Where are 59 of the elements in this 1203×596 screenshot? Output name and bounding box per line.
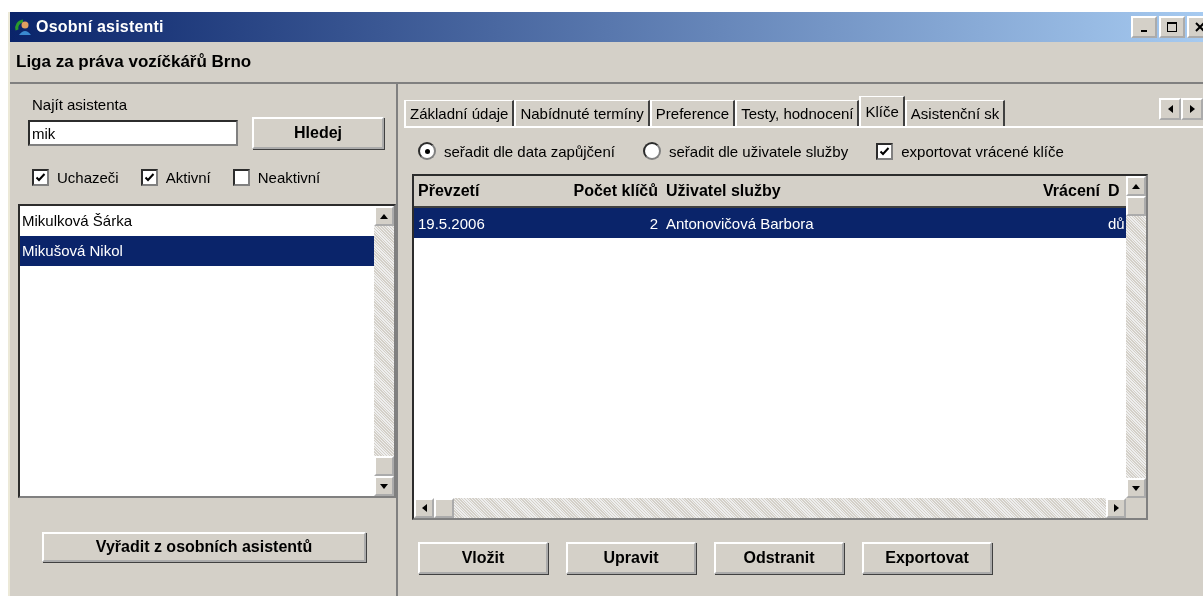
remove-assistant-button[interactable]: Vyřadit z osobních asistentů	[42, 532, 366, 562]
table-horizontal-scrollbar[interactable]	[414, 498, 1146, 518]
export-checkbox[interactable]: exportovat vrácené klíče	[876, 142, 1064, 160]
search-label: Najít asistenta	[32, 96, 129, 113]
up-arrow-icon	[380, 213, 388, 219]
table-vertical-scrollbar[interactable]	[1126, 176, 1146, 498]
people-icon	[14, 18, 32, 36]
tab-scroll-right-button[interactable]	[1181, 98, 1203, 120]
maximize-icon	[1167, 22, 1177, 32]
scroll-thumb[interactable]	[374, 456, 394, 476]
column-header[interactable]: Uživatel služby	[662, 182, 992, 200]
close-icon	[1195, 22, 1203, 32]
up-arrow-icon	[1132, 183, 1140, 189]
search-field[interactable]: mik	[28, 120, 238, 146]
left-arrow-icon	[421, 504, 427, 512]
tab[interactable]: Základní údaje	[404, 100, 515, 126]
table-cell-text: 2	[648, 214, 659, 232]
action-button[interactable]: Odstranit	[714, 542, 844, 574]
action-button[interactable]: Upravit	[566, 542, 696, 574]
checkmark-icon	[143, 172, 155, 183]
table-row[interactable]: 19.5.2006 2 Antonovičová Barbora dů	[414, 208, 1126, 238]
assistant-item[interactable]: Mikušová Nikol	[20, 236, 374, 266]
tab[interactable]: Testy, hodnocení	[735, 100, 860, 126]
sort-radio-button[interactable]: seřadit dle uživatele služby	[642, 142, 849, 160]
table-cell-text: dů	[1107, 214, 1126, 232]
filter-checkbox[interactable]: Neaktivní	[232, 169, 321, 186]
right-arrow-icon	[1113, 504, 1119, 512]
left-arrow-icon	[1167, 105, 1173, 113]
column-header[interactable]: Počet klíčů	[532, 182, 662, 200]
filter-checkbox[interactable]: Aktivní	[140, 169, 211, 186]
action-button[interactable]: Exportovat	[862, 542, 992, 574]
sort-radio-button[interactable]: seřadit dle data zapůjčení	[418, 142, 615, 160]
window-title: Osobní asistenti	[36, 18, 164, 36]
tab[interactable]: Preference	[649, 100, 736, 126]
scroll-thumb[interactable]	[1126, 196, 1146, 216]
assistant-item[interactable]: Mikulková Šárka	[20, 206, 374, 236]
checkmark-icon	[35, 172, 46, 183]
tab-scroll-left-button[interactable]	[1159, 98, 1181, 120]
filter-checkbox[interactable]: Uchazeči	[32, 169, 119, 186]
checkmark-icon	[879, 145, 891, 157]
maximize-button[interactable]	[1159, 16, 1185, 38]
column-header[interactable]: Převzetí	[414, 182, 532, 200]
column-header[interactable]: Vrácení	[992, 182, 1104, 200]
search-button[interactable]: Hledej	[252, 117, 384, 149]
tab[interactable]: Nabídnuté termíny	[514, 100, 650, 126]
scrollbar[interactable]	[374, 206, 394, 496]
minimize-button[interactable]	[1131, 16, 1157, 38]
column-header[interactable]: D	[1104, 182, 1126, 200]
right-arrow-icon	[1189, 105, 1195, 113]
down-arrow-icon	[380, 483, 388, 489]
scroll-thumb[interactable]	[434, 498, 454, 518]
action-button[interactable]: Vložit	[418, 542, 548, 574]
tab[interactable]: Asistenční sk	[904, 100, 1006, 126]
down-arrow-icon	[1132, 485, 1140, 491]
tab[interactable]: Klíče	[859, 96, 905, 126]
table-cell-text: Antonovičová Barbora	[665, 214, 815, 232]
table-cell-text: 19.5.2006	[417, 214, 486, 232]
organization-name: Liga za práva vozíčkářů Brno	[16, 52, 252, 72]
minimize-icon	[1141, 30, 1147, 32]
